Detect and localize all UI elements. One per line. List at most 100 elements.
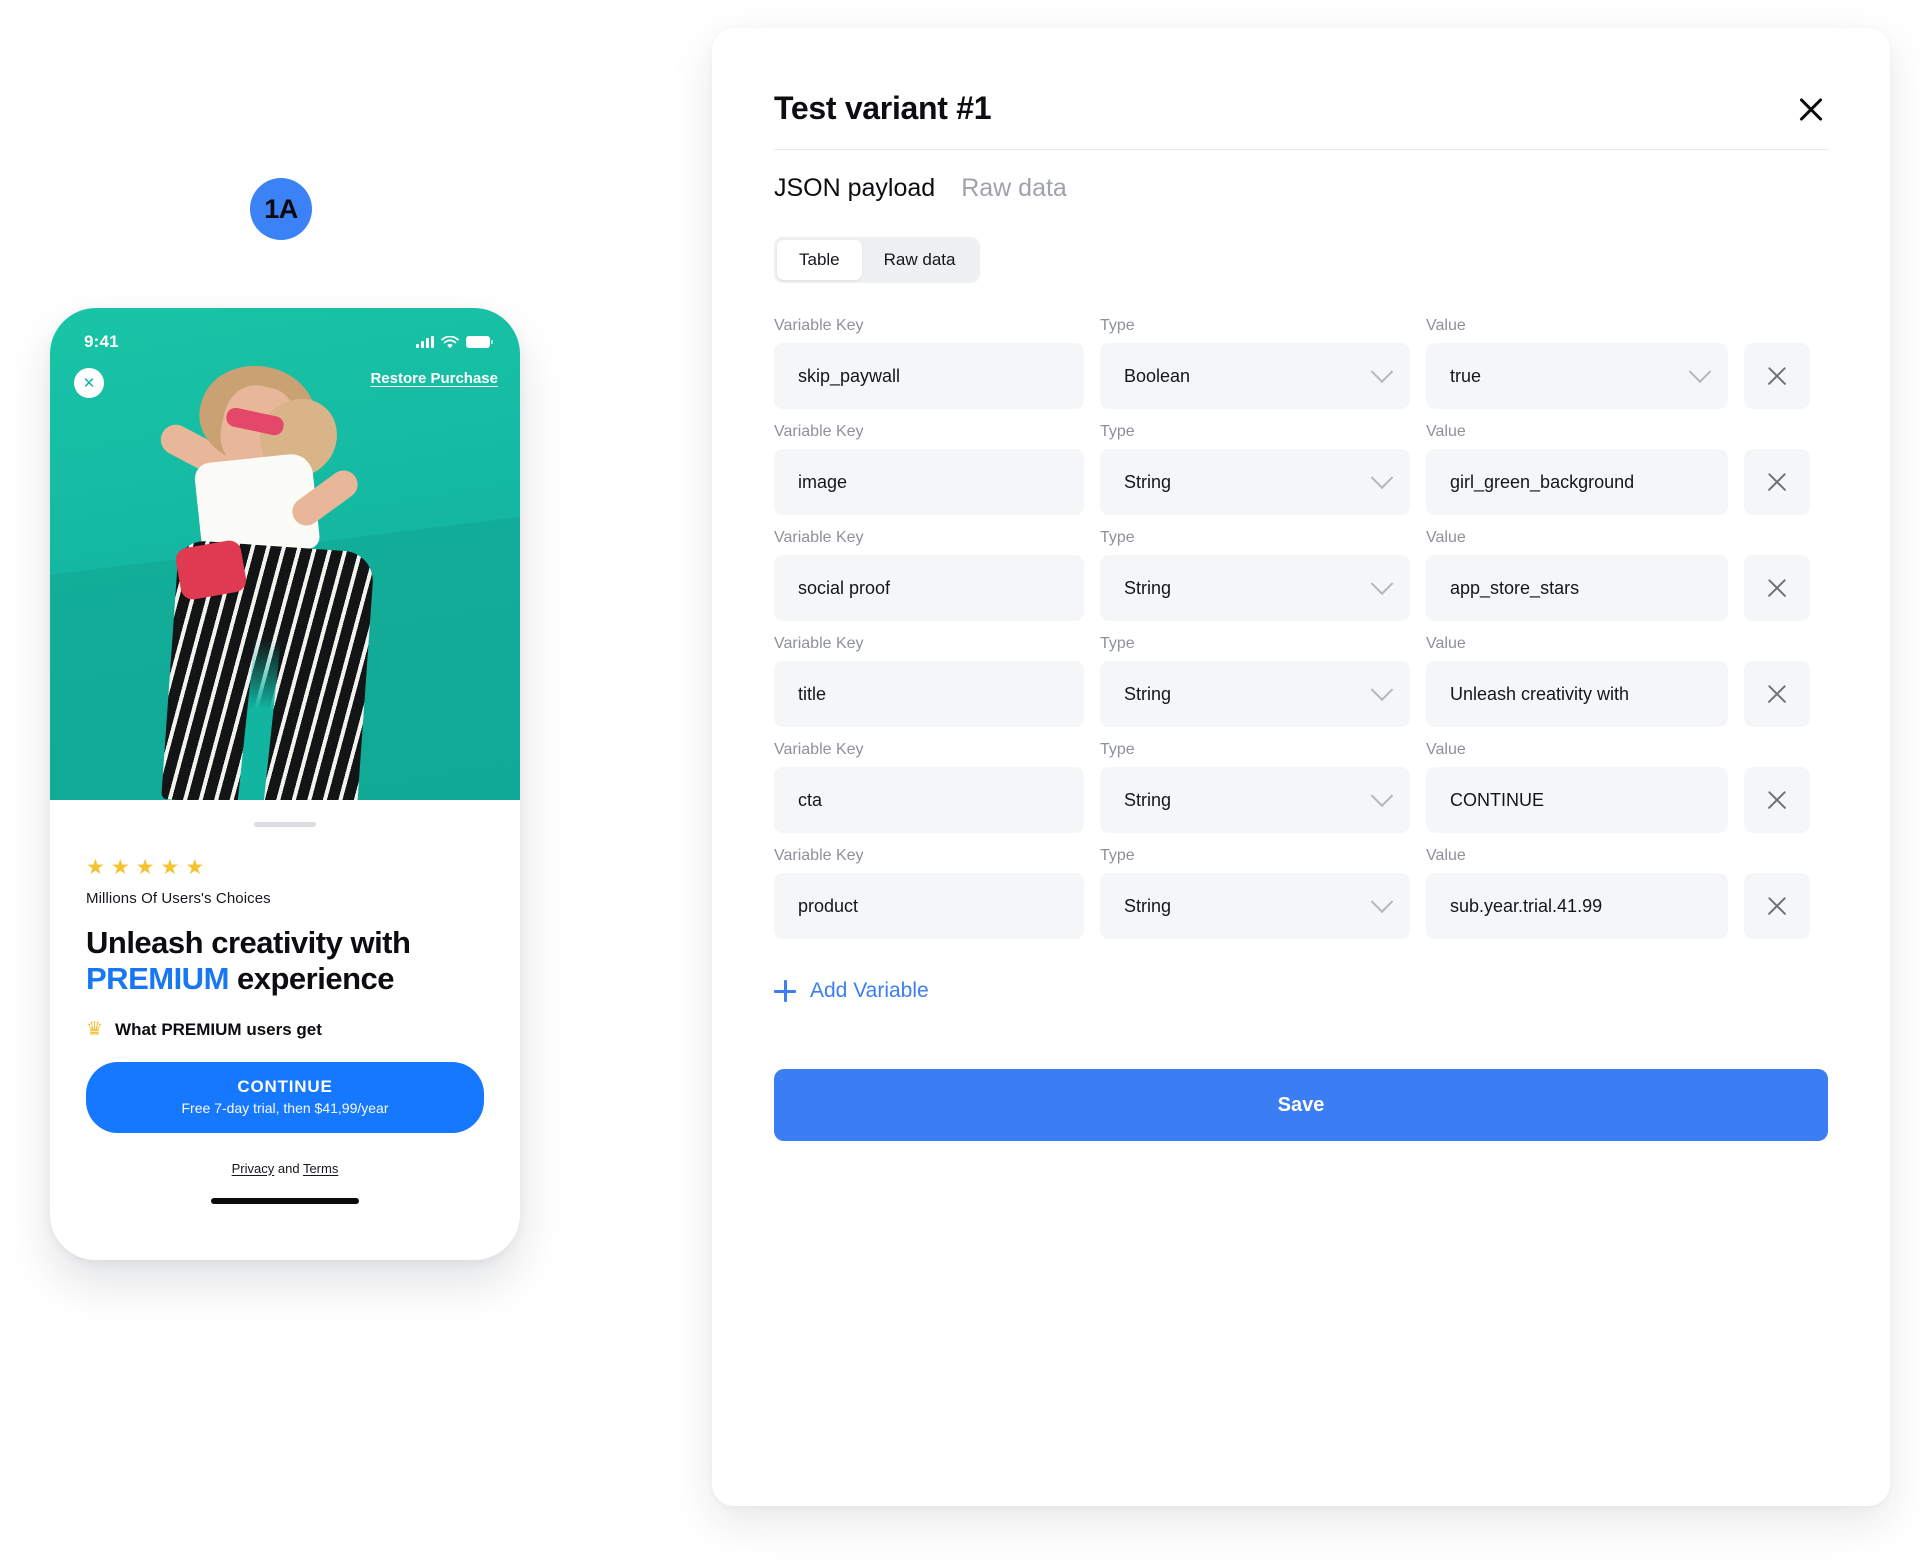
variable-type-select[interactable]: String bbox=[1100, 767, 1410, 833]
paywall-close-icon[interactable]: ✕ bbox=[74, 368, 104, 398]
column-header-value: Value bbox=[1426, 317, 1466, 334]
sheet-grabber[interactable] bbox=[254, 822, 316, 827]
legal-conjunction: and bbox=[274, 1160, 303, 1176]
close-icon[interactable] bbox=[1794, 92, 1828, 126]
delete-variable-button[interactable] bbox=[1744, 873, 1810, 939]
add-variable-label: Add Variable bbox=[810, 979, 929, 1002]
status-time: 9:41 bbox=[84, 332, 119, 351]
variable-key-input[interactable]: social proof bbox=[774, 555, 1084, 621]
chevron-down-icon bbox=[1370, 360, 1394, 384]
paywall-headline: Unleash creativity with PREMIUM experien… bbox=[86, 925, 484, 998]
terms-link[interactable]: Terms bbox=[303, 1161, 338, 1176]
chevron-down-icon bbox=[1370, 572, 1394, 596]
variable-value-input[interactable]: CONTINUE bbox=[1426, 767, 1728, 833]
column-header-value: Value bbox=[1426, 741, 1466, 758]
status-icons bbox=[416, 335, 493, 349]
variable-type-select[interactable]: Boolean bbox=[1100, 343, 1410, 409]
page-title: Test variant #1 bbox=[774, 90, 992, 126]
payload-tab-bar: JSON payload Raw data bbox=[774, 150, 1828, 237]
segment-raw-data[interactable]: Raw data bbox=[862, 240, 978, 280]
star-icon: ★ bbox=[86, 856, 105, 879]
variable-type-value: String bbox=[1124, 789, 1172, 810]
column-header-key: Variable Key bbox=[774, 529, 864, 546]
variable-value-input[interactable]: girl_green_background bbox=[1426, 449, 1728, 515]
delete-variable-button[interactable] bbox=[1744, 449, 1810, 515]
variable-type-select[interactable]: String bbox=[1100, 449, 1410, 515]
variable-type-value: String bbox=[1124, 471, 1172, 492]
paywall-hero: 9:41 ✕ Restore Purchase bbox=[50, 308, 520, 800]
crown-icon: ♛ bbox=[86, 1019, 104, 1041]
headline-text-lead: Unleash creativity with bbox=[86, 925, 411, 960]
restore-purchase-link[interactable]: Restore Purchase bbox=[370, 370, 498, 387]
chevron-down-icon bbox=[1370, 890, 1394, 914]
home-indicator bbox=[211, 1197, 359, 1204]
variable-type-value: String bbox=[1124, 683, 1172, 704]
view-mode-segmented-control: Table Raw data bbox=[774, 237, 981, 283]
star-icon: ★ bbox=[185, 856, 205, 879]
star-icon: ★ bbox=[110, 856, 130, 879]
delete-variable-button[interactable] bbox=[1744, 767, 1810, 833]
headline-text-tail: experience bbox=[228, 961, 395, 997]
plus-icon bbox=[774, 980, 796, 1002]
delete-variable-button[interactable] bbox=[1744, 555, 1810, 621]
table-row: Variable Key Type Value image String gir… bbox=[774, 423, 1828, 515]
table-row: Variable Key Type Value social proof Str… bbox=[774, 529, 1828, 621]
column-header-type: Type bbox=[1100, 847, 1135, 864]
panel-header: Test variant #1 bbox=[774, 90, 1828, 150]
continue-button[interactable]: CONTINUE Free 7-day trial, then $41,99/y… bbox=[86, 1061, 484, 1133]
column-header-type: Type bbox=[1100, 317, 1135, 334]
star-icon: ★ bbox=[160, 856, 180, 879]
column-header-value: Value bbox=[1426, 529, 1466, 546]
chevron-down-icon bbox=[1370, 466, 1394, 490]
variable-type-value: String bbox=[1124, 577, 1172, 598]
segment-table[interactable]: Table bbox=[777, 240, 862, 280]
variant-preview-column: 1A 9:41 ✕ Restore Purchase ★ ★ ★ ★ ★ Mil… bbox=[0, 0, 700, 1565]
premium-perk-row: ♛ What PREMIUM users get bbox=[86, 1020, 484, 1040]
tab-raw-data[interactable]: Raw data bbox=[961, 174, 1067, 203]
variable-key-input[interactable]: product bbox=[774, 873, 1084, 939]
variable-type-value: String bbox=[1124, 895, 1172, 916]
variant-badge: 1A bbox=[250, 178, 312, 240]
variable-key-input[interactable]: title bbox=[774, 661, 1084, 727]
column-header-type: Type bbox=[1100, 529, 1135, 546]
delete-variable-button[interactable] bbox=[1744, 661, 1810, 727]
star-icon: ★ bbox=[135, 856, 155, 879]
paywall-sheet: ★ ★ ★ ★ ★ Millions Of Users's Choices Un… bbox=[50, 800, 520, 1260]
variable-type-select[interactable]: String bbox=[1100, 661, 1410, 727]
variable-type-select[interactable]: String bbox=[1100, 873, 1410, 939]
phone-status-bar: 9:41 bbox=[50, 308, 520, 360]
continue-button-subtitle: Free 7-day trial, then $41,99/year bbox=[181, 1099, 389, 1116]
chevron-down-icon bbox=[1370, 784, 1394, 808]
variable-value-select[interactable]: true bbox=[1426, 343, 1728, 409]
column-header-type: Type bbox=[1100, 741, 1135, 758]
chevron-down-icon bbox=[1688, 360, 1712, 384]
premium-perk-label: What PREMIUM users get bbox=[115, 1019, 322, 1039]
column-header-key: Variable Key bbox=[774, 847, 864, 864]
rating-stars: ★ ★ ★ ★ ★ bbox=[86, 857, 484, 878]
variable-key-input[interactable]: cta bbox=[774, 767, 1084, 833]
column-header-type: Type bbox=[1100, 423, 1135, 440]
variable-value-input[interactable]: app_store_stars bbox=[1426, 555, 1728, 621]
variable-key-input[interactable]: skip_paywall bbox=[774, 343, 1084, 409]
column-header-value: Value bbox=[1426, 423, 1466, 440]
save-button[interactable]: Save bbox=[774, 1069, 1828, 1141]
table-row: Variable Key Type Value skip_paywall Boo… bbox=[774, 317, 1828, 409]
delete-variable-button[interactable] bbox=[1744, 343, 1810, 409]
variable-value-input[interactable]: Unleash creativity with bbox=[1426, 661, 1728, 727]
variable-key-input[interactable]: image bbox=[774, 449, 1084, 515]
column-header-key: Variable Key bbox=[774, 741, 864, 758]
column-header-key: Variable Key bbox=[774, 423, 864, 440]
column-header-value: Value bbox=[1426, 847, 1466, 864]
tab-json-payload[interactable]: JSON payload bbox=[774, 174, 935, 203]
variable-value-input[interactable]: sub.year.trial.41.99 bbox=[1426, 873, 1728, 939]
table-row: Variable Key Type Value title String Unl… bbox=[774, 635, 1828, 727]
privacy-link[interactable]: Privacy bbox=[232, 1161, 275, 1176]
headline-highlight: PREMIUM bbox=[86, 961, 229, 997]
variable-type-value: Boolean bbox=[1124, 365, 1191, 386]
table-row: Variable Key Type Value product String s… bbox=[774, 847, 1828, 939]
add-variable-button[interactable]: Add Variable bbox=[774, 979, 929, 1003]
column-header-key: Variable Key bbox=[774, 635, 864, 652]
variable-type-select[interactable]: String bbox=[1100, 555, 1410, 621]
battery-icon bbox=[466, 336, 493, 348]
chevron-down-icon bbox=[1370, 678, 1394, 702]
